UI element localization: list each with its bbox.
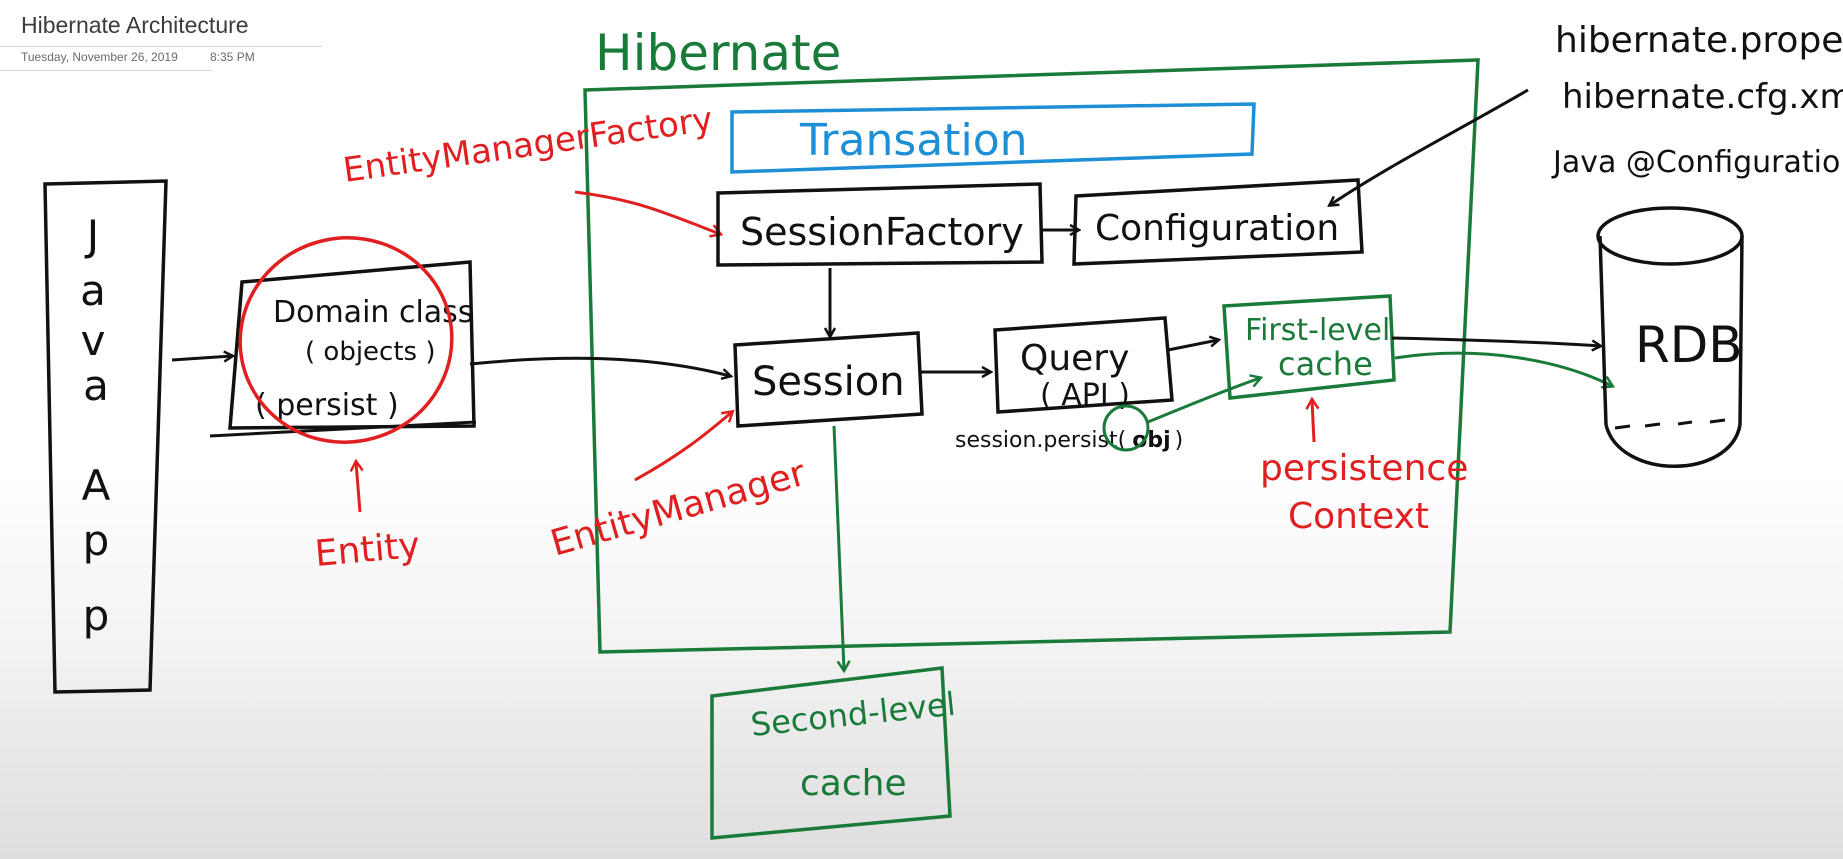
query-label: Query (1020, 338, 1129, 379)
cache-to-rdb-green-arrow (1394, 351, 1612, 386)
entity-label: Entity (313, 525, 421, 575)
first-level-cache-label-2: cache (1278, 345, 1373, 383)
svg-text:v: v (81, 316, 106, 365)
app-to-domain-arrow (171, 356, 232, 360)
config-file-properties: hibernate.properties (1555, 20, 1843, 61)
second-level-cache-label: Second-level (749, 685, 957, 744)
rdb-label: RDB (1635, 316, 1743, 374)
config-file-xml: hibernate.cfg.xml (1562, 77, 1843, 117)
svg-text:p: p (83, 516, 110, 565)
config-file-java: Java @Configuration (1551, 145, 1843, 180)
persistence-context-label: persistence (1260, 448, 1468, 489)
svg-text:a: a (83, 361, 109, 410)
entity-manager-arrow (634, 412, 732, 482)
java-app-label: J a v a A p p (80, 211, 111, 640)
domain-objects-text: ( objects ) (305, 337, 435, 367)
entity-manager-factory-label: EntityManagerFactory (341, 99, 715, 190)
session-to-second-cache-arrow (832, 425, 844, 670)
architecture-diagram: Hibernate J a v a A p p Domain class ( o… (43, 20, 1843, 840)
second-level-cache-label-2: cache (800, 763, 907, 804)
entity-manager-label: EntityManager (546, 453, 810, 565)
transaction-label: Transation (799, 115, 1028, 166)
cache-to-rdb-arrow (1391, 336, 1600, 346)
svg-text:J: J (84, 211, 99, 260)
persistence-context-arrow (1312, 400, 1314, 443)
hibernate-label: Hibernate (595, 24, 841, 82)
emf-arrow (574, 190, 720, 234)
svg-text:a: a (80, 266, 106, 315)
configuration-label: Configuration (1095, 208, 1339, 249)
session-label: Session (752, 359, 905, 405)
entity-arrow (356, 462, 360, 513)
domain-to-session-arrow (469, 356, 730, 376)
svg-text:p: p (83, 591, 110, 640)
persistence-context-label-2: Context (1288, 496, 1429, 537)
query-to-cache-arrow (1167, 340, 1218, 352)
first-level-cache-label: First-level (1245, 313, 1390, 348)
session-factory-label: SessionFactory (740, 210, 1024, 254)
svg-text:A: A (82, 461, 111, 510)
